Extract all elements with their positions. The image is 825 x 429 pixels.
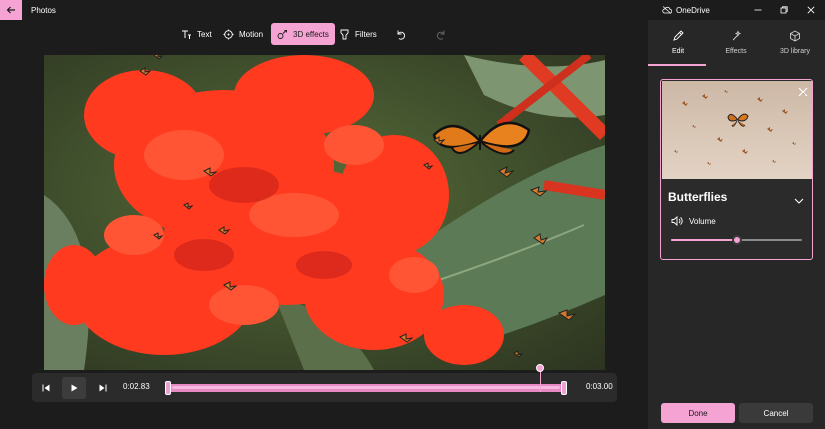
video-preview[interactable] <box>44 55 605 370</box>
playhead-line <box>540 370 541 392</box>
filters-icon <box>340 29 349 39</box>
speaker-icon <box>671 216 683 226</box>
play-icon <box>71 384 78 392</box>
trim-end-handle[interactable] <box>561 381 567 395</box>
pencil-icon <box>673 30 684 41</box>
previous-frame-button[interactable] <box>34 377 58 399</box>
maximize-icon <box>780 6 788 14</box>
next-frame-button[interactable] <box>91 377 115 399</box>
cancel-button[interactable]: Cancel <box>739 403 813 423</box>
motion-icon <box>223 29 234 39</box>
filters-button[interactable]: Filters <box>333 23 383 45</box>
close-icon <box>807 6 814 14</box>
volume-slider-thumb[interactable] <box>731 235 742 245</box>
cloud-off-icon <box>662 6 672 14</box>
butterflies-thumbnail-image <box>662 81 812 179</box>
onedrive-status[interactable]: OneDrive <box>662 0 710 20</box>
onedrive-label: OneDrive <box>676 5 710 15</box>
play-button[interactable] <box>62 377 86 399</box>
maximize-button[interactable] <box>771 0 796 20</box>
active-tab-indicator <box>648 64 706 66</box>
back-button[interactable] <box>0 0 22 20</box>
tab-effects[interactable]: Effects <box>707 26 765 66</box>
volume-row: Volume <box>671 216 716 226</box>
tab-edit[interactable]: Edit <box>649 26 707 66</box>
minimize-icon <box>754 9 761 11</box>
effect-thumbnail <box>662 81 812 179</box>
undo-icon <box>397 30 406 40</box>
motion-button[interactable]: Motion <box>217 23 269 45</box>
current-time: 0:02.83 <box>123 382 150 391</box>
redo-icon <box>436 30 445 40</box>
effect-title: Butterflies <box>668 190 728 204</box>
trim-start-handle[interactable] <box>165 381 171 395</box>
tab-3d-library[interactable]: 3D library <box>766 26 824 66</box>
done-button[interactable]: Done <box>661 403 735 423</box>
playhead-handle[interactable] <box>536 364 544 372</box>
end-time: 0:03.00 <box>586 382 613 391</box>
skip-forward-icon <box>99 384 107 392</box>
undo-button[interactable] <box>389 23 417 45</box>
close-window-button[interactable] <box>798 0 823 20</box>
text-button[interactable]: Text <box>175 23 218 45</box>
side-panel: Edit Effects 3D library Butterflies Volu… <box>648 20 825 429</box>
back-arrow-icon <box>6 6 15 14</box>
sparkle-icon <box>732 30 742 41</box>
volume-slider[interactable] <box>671 235 802 245</box>
volume-slider-fill <box>671 239 737 241</box>
remove-effect-button[interactable] <box>797 85 809 97</box>
playback-bar: 0:02.83 0:03.00 <box>32 373 617 402</box>
skip-back-icon <box>42 384 50 392</box>
expand-effect-button[interactable] <box>794 192 804 210</box>
close-icon <box>798 87 808 97</box>
flower-butterflies-image <box>44 55 605 370</box>
minimize-button[interactable] <box>745 0 770 20</box>
3d-effects-icon <box>277 29 287 39</box>
redo-button[interactable] <box>430 23 458 45</box>
3d-effects-button[interactable]: 3D effects <box>271 23 335 45</box>
chevron-down-icon <box>794 198 804 204</box>
timeline-fill <box>172 386 560 389</box>
timeline[interactable] <box>165 381 567 395</box>
effect-card: Butterflies Volume <box>660 79 813 260</box>
volume-label: Volume <box>689 216 716 226</box>
text-icon <box>182 30 191 39</box>
edit-toolbar: Text Motion 3D effects Filters <box>0 23 648 45</box>
cube-icon <box>790 30 800 42</box>
app-title: Photos <box>31 5 56 15</box>
